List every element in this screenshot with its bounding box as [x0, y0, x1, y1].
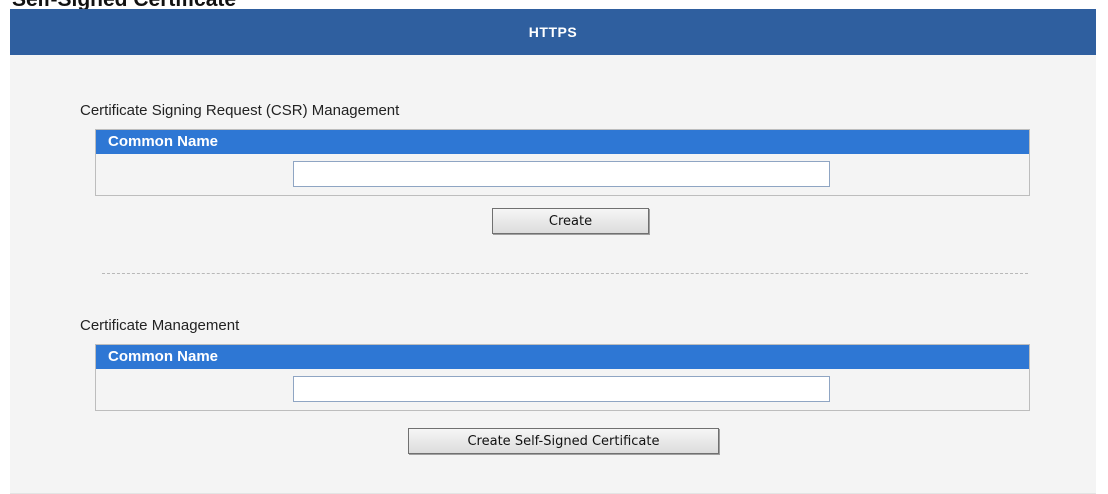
cert-common-name-row [96, 369, 1029, 410]
cert-common-name-input[interactable] [293, 376, 830, 402]
cert-common-name-table: Common Name [95, 344, 1030, 411]
panel-title: HTTPS [528, 24, 578, 40]
section-divider [102, 273, 1028, 274]
cert-common-name-header: Common Name [96, 345, 1029, 369]
panel-header: HTTPS [10, 9, 1096, 55]
csr-common-name-input[interactable] [293, 161, 830, 187]
cert-section-title: Certificate Management [80, 317, 240, 334]
csr-common-name-row [96, 154, 1029, 195]
create-csr-button[interactable]: Create [492, 208, 649, 234]
https-panel: HTTPS Certificate Signing Request (CSR) … [10, 9, 1096, 494]
create-self-signed-certificate-button[interactable]: Create Self-Signed Certificate [408, 428, 719, 454]
csr-section-title: Certificate Signing Request (CSR) Manage… [80, 102, 400, 119]
csr-common-name-header: Common Name [96, 130, 1029, 154]
csr-common-name-table: Common Name [95, 129, 1030, 196]
